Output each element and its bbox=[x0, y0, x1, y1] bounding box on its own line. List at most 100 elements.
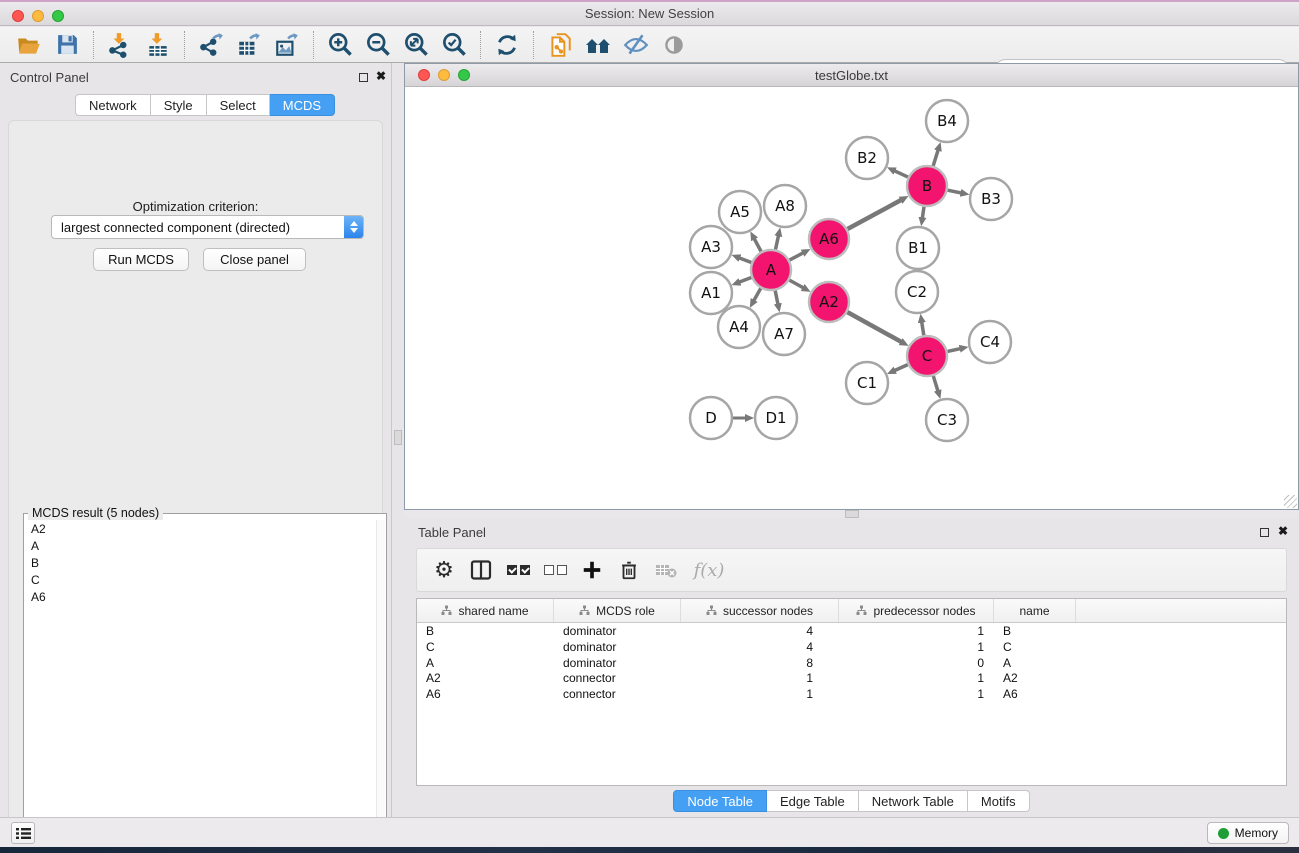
cell-successor-nodes[interactable]: 1 bbox=[681, 670, 839, 686]
node-A[interactable]: A bbox=[751, 250, 791, 290]
node-A8[interactable]: A8 bbox=[764, 185, 806, 227]
node-A2[interactable]: A2 bbox=[809, 282, 849, 322]
open-icon[interactable] bbox=[14, 31, 44, 59]
table-row[interactable]: Bdominator41B bbox=[417, 623, 1286, 639]
deselect-all-icon[interactable] bbox=[538, 553, 572, 587]
node-B1[interactable]: B1 bbox=[897, 227, 939, 269]
edge-A-A7[interactable] bbox=[775, 291, 778, 308]
cell-mcds-role[interactable]: dominator bbox=[554, 639, 681, 655]
result-scrollbar[interactable] bbox=[376, 520, 385, 852]
resize-grip-icon[interactable] bbox=[1284, 495, 1297, 508]
memory-button[interactable]: Memory bbox=[1207, 822, 1289, 844]
edge-B-B1[interactable] bbox=[922, 207, 924, 222]
network-canvas[interactable]: AA1A2A3A4A5A6A7A8BB1B2B3B4CC1C2C3C4DD1 bbox=[406, 88, 1297, 508]
zoom-out-icon[interactable] bbox=[363, 31, 393, 59]
export-network-icon[interactable] bbox=[196, 31, 226, 59]
node-A3[interactable]: A3 bbox=[690, 226, 732, 268]
edge-B-B2[interactable] bbox=[892, 169, 909, 177]
cell-mcds-role[interactable]: dominator bbox=[554, 623, 681, 639]
criterion-select[interactable]: largest connected component (directed) bbox=[51, 215, 364, 239]
edge-C-C3[interactable] bbox=[933, 376, 939, 394]
cell-name[interactable]: A6 bbox=[994, 686, 1076, 702]
result-item[interactable]: A bbox=[25, 537, 376, 554]
tab-select[interactable]: Select bbox=[207, 94, 270, 116]
edge-C-C4[interactable] bbox=[948, 348, 964, 352]
table-row[interactable]: A2connector11A2 bbox=[417, 670, 1286, 686]
node-B4[interactable]: B4 bbox=[926, 100, 968, 142]
table-row[interactable]: A6connector11A6 bbox=[417, 686, 1286, 702]
table-row[interactable]: Adominator80A bbox=[417, 655, 1286, 671]
column-header-mcds-role[interactable]: MCDS role bbox=[554, 599, 681, 622]
table-row[interactable]: Cdominator41C bbox=[417, 639, 1286, 655]
cell-name[interactable]: C bbox=[994, 639, 1076, 655]
node-D1[interactable]: D1 bbox=[755, 397, 797, 439]
edge-A-A3[interactable] bbox=[736, 257, 751, 263]
column-header-successor-nodes[interactable]: successor nodes bbox=[681, 599, 839, 622]
close-panel-icon[interactable]: ✖ bbox=[1278, 524, 1288, 538]
node-B3[interactable]: B3 bbox=[970, 178, 1012, 220]
node-C[interactable]: C bbox=[907, 336, 947, 376]
tab-network-table[interactable]: Network Table bbox=[859, 790, 968, 812]
result-item[interactable]: A2 bbox=[25, 520, 376, 537]
node-A6[interactable]: A6 bbox=[809, 219, 849, 259]
column-header-name[interactable]: name bbox=[994, 599, 1076, 622]
cell-shared-name[interactable]: C bbox=[417, 639, 554, 655]
node-A5[interactable]: A5 bbox=[719, 191, 761, 233]
export-image-icon[interactable] bbox=[272, 31, 302, 59]
cell-shared-name[interactable]: B bbox=[417, 623, 554, 639]
cell-successor-nodes[interactable]: 4 bbox=[681, 623, 839, 639]
cell-successor-nodes[interactable]: 4 bbox=[681, 639, 839, 655]
cell-shared-name[interactable]: A2 bbox=[417, 670, 554, 686]
edge-C-C1[interactable] bbox=[892, 365, 908, 372]
task-history-button[interactable] bbox=[11, 822, 35, 844]
edge-A-A5[interactable] bbox=[753, 236, 761, 252]
result-item[interactable]: B bbox=[25, 554, 376, 571]
delete-column-icon[interactable] bbox=[612, 553, 646, 587]
tab-node-table[interactable]: Node Table bbox=[673, 790, 767, 812]
settings-gear-icon[interactable]: ⚙ bbox=[427, 553, 461, 587]
cell-predecessor-nodes[interactable]: 0 bbox=[839, 655, 994, 671]
cell-mcds-role[interactable]: dominator bbox=[554, 655, 681, 671]
edge-A-A6[interactable] bbox=[790, 251, 807, 260]
zoom-in-icon[interactable] bbox=[325, 31, 355, 59]
tab-style[interactable]: Style bbox=[151, 94, 207, 116]
cell-name[interactable]: A bbox=[994, 655, 1076, 671]
export-table-icon[interactable] bbox=[234, 31, 264, 59]
edge-C-C2[interactable] bbox=[921, 319, 924, 336]
show-graphics-icon[interactable] bbox=[659, 31, 689, 59]
edge-A6-B[interactable] bbox=[848, 198, 905, 229]
node-B[interactable]: B bbox=[907, 166, 947, 206]
home-icon[interactable] bbox=[583, 31, 613, 59]
column-visibility-icon[interactable] bbox=[464, 553, 498, 587]
column-header-predecessor-nodes[interactable]: predecessor nodes bbox=[839, 599, 994, 622]
refresh-icon[interactable] bbox=[492, 31, 522, 59]
tab-mcds[interactable]: MCDS bbox=[270, 94, 335, 116]
node-C2[interactable]: C2 bbox=[896, 271, 938, 313]
edge-A-A1[interactable] bbox=[736, 278, 751, 284]
node-C3[interactable]: C3 bbox=[926, 399, 968, 441]
close-panel-icon[interactable]: ✖ bbox=[376, 69, 386, 83]
node-A1[interactable]: A1 bbox=[690, 272, 732, 314]
node-D[interactable]: D bbox=[690, 397, 732, 439]
cell-mcds-role[interactable]: connector bbox=[554, 686, 681, 702]
cell-mcds-role[interactable]: connector bbox=[554, 670, 681, 686]
cell-name[interactable]: A2 bbox=[994, 670, 1076, 686]
node-A4[interactable]: A4 bbox=[718, 306, 760, 348]
cell-name[interactable]: B bbox=[994, 623, 1076, 639]
tab-edge-table[interactable]: Edge Table bbox=[767, 790, 859, 812]
add-column-icon[interactable] bbox=[575, 553, 609, 587]
column-header-shared-name[interactable]: shared name bbox=[417, 599, 554, 622]
float-panel-icon[interactable] bbox=[359, 73, 368, 82]
import-table-icon[interactable] bbox=[143, 31, 173, 59]
zoom-fit-icon[interactable] bbox=[401, 31, 431, 59]
cell-shared-name[interactable]: A bbox=[417, 655, 554, 671]
edge-A-A4[interactable] bbox=[752, 288, 761, 303]
hide-graphics-icon[interactable] bbox=[621, 31, 651, 59]
save-icon[interactable] bbox=[52, 31, 82, 59]
cell-predecessor-nodes[interactable]: 1 bbox=[839, 686, 994, 702]
float-panel-icon[interactable] bbox=[1260, 528, 1269, 537]
node-B2[interactable]: B2 bbox=[846, 137, 888, 179]
tab-motifs[interactable]: Motifs bbox=[968, 790, 1030, 812]
edge-B-B4[interactable] bbox=[933, 147, 939, 166]
edge-B-B3[interactable] bbox=[948, 190, 965, 193]
